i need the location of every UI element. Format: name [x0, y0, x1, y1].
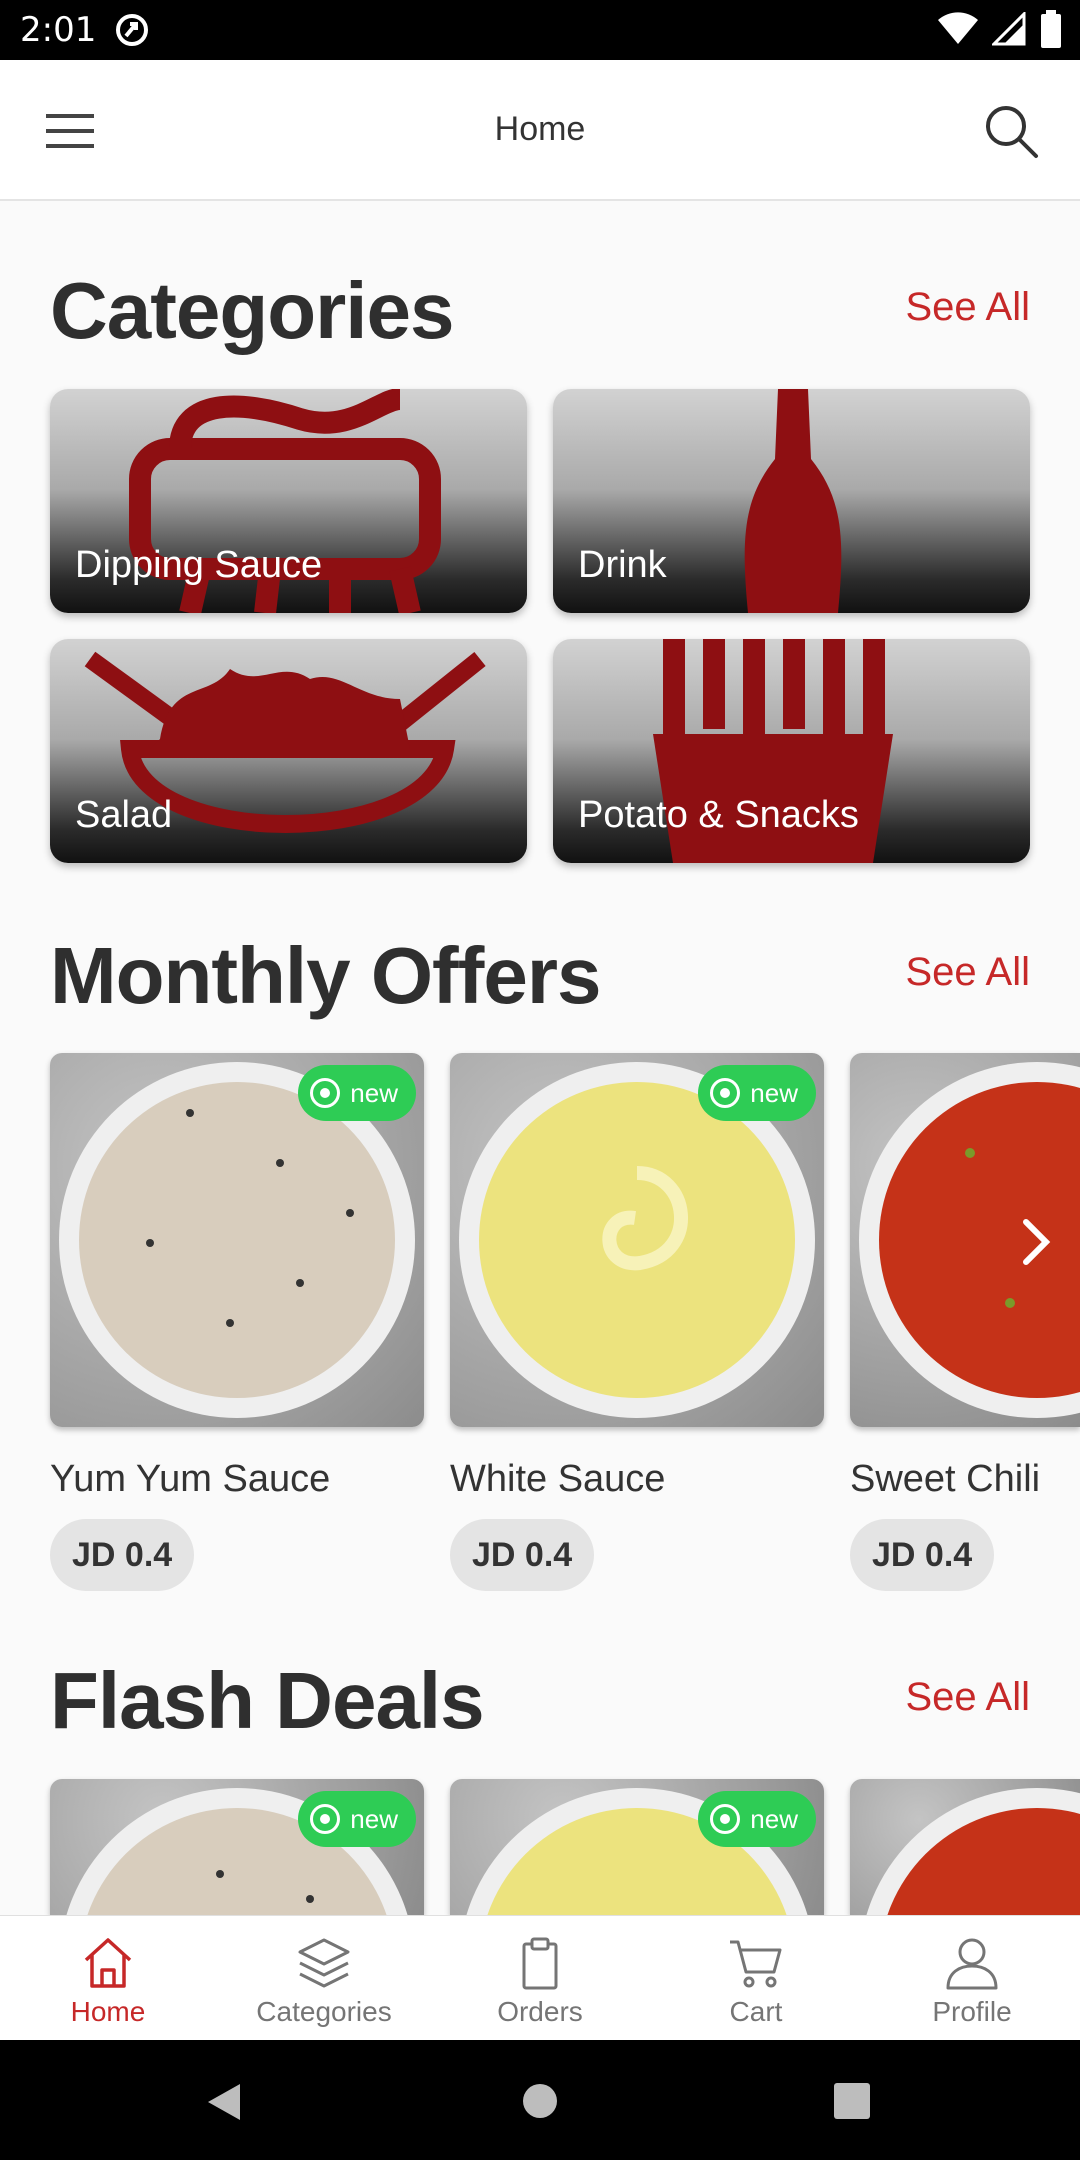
battery-icon — [1041, 10, 1061, 48]
nav-item-categories[interactable]: Categories — [216, 1916, 432, 2041]
product-name: White Sauce — [450, 1458, 666, 1500]
category-card-dipping-sauce[interactable]: Dipping Sauce — [50, 389, 527, 613]
app-notification-icon — [116, 14, 148, 46]
home-circle-icon[interactable] — [521, 2082, 559, 2120]
nav-label: Cart — [729, 1996, 783, 2027]
new-badge: new — [698, 1791, 816, 1847]
radio-dot-icon — [710, 1078, 741, 1108]
person-icon — [946, 1938, 998, 1990]
nav-item-profile[interactable]: Profile — [864, 1916, 1080, 2041]
system-navigation-bar — [0, 2040, 1080, 2160]
nav-label: Orders — [497, 1996, 583, 2027]
nav-item-home[interactable]: Home — [0, 1916, 216, 2041]
category-card-potato-snacks[interactable]: Potato & Snacks — [553, 639, 1030, 863]
product-image-white-sauce[interactable]: new — [450, 1053, 824, 1427]
flash-deal-image[interactable] — [850, 1779, 1080, 1915]
flash-deals-title: Flash Deals — [50, 1656, 485, 1745]
back-icon[interactable] — [204, 2082, 244, 2122]
product-name: Yum Yum Sauce — [50, 1458, 331, 1500]
sauce-bowl-icon — [866, 1788, 1080, 1915]
category-label: Salad — [75, 794, 173, 836]
layers-icon — [298, 1938, 350, 1988]
status-bar: 2:01 — [0, 0, 1080, 60]
badge-label: new — [350, 1077, 398, 1108]
badge-label: new — [750, 1077, 798, 1108]
recents-icon[interactable] — [834, 2083, 870, 2119]
category-card-salad[interactable]: Salad — [50, 639, 527, 863]
nav-label: Categories — [256, 1996, 392, 2027]
product-name: Sweet Chili — [850, 1458, 1041, 1500]
category-label: Drink — [578, 544, 667, 586]
app-bar: Home — [0, 60, 1080, 201]
nav-label: Profile — [932, 1996, 1012, 2027]
flash-deals-see-all-link[interactable]: See All — [905, 1675, 1030, 1720]
status-time: 2:01 — [20, 10, 97, 50]
page-title: Home — [494, 110, 586, 148]
new-badge: new — [298, 1791, 416, 1847]
nav-label: Home — [70, 1996, 146, 2027]
bottom-navigation: Home Categories Orders Cart Profile — [0, 1915, 1080, 2040]
new-badge: new — [298, 1065, 416, 1121]
new-badge: new — [698, 1065, 816, 1121]
categories-title: Categories — [50, 266, 454, 355]
monthly-offers-see-all-link[interactable]: See All — [905, 950, 1030, 995]
monthly-offers-title: Monthly Offers — [50, 931, 601, 1020]
price-badge: JD 0.4 — [50, 1519, 195, 1591]
nav-item-orders[interactable]: Orders — [432, 1916, 648, 2041]
badge-label: new — [750, 1803, 798, 1834]
search-icon[interactable] — [982, 102, 1042, 162]
radio-dot-icon — [710, 1804, 741, 1834]
radio-dot-icon — [310, 1804, 341, 1834]
clipboard-icon — [522, 1937, 558, 1990]
category-label: Dipping Sauce — [75, 544, 323, 586]
category-card-drink[interactable]: Drink — [553, 389, 1030, 613]
home-icon — [84, 1938, 132, 1988]
cart-icon — [730, 1940, 782, 1988]
badge-label: new — [350, 1803, 398, 1834]
flash-deal-image[interactable]: new — [50, 1779, 424, 1915]
nav-item-cart[interactable]: Cart — [648, 1916, 864, 2041]
signal-icon — [992, 12, 1026, 46]
price-badge: JD 0.4 — [850, 1519, 995, 1591]
flash-deal-image[interactable]: new — [450, 1779, 824, 1915]
category-label: Potato & Snacks — [578, 794, 859, 836]
price-badge: JD 0.4 — [450, 1519, 595, 1591]
categories-see-all-link[interactable]: See All — [905, 285, 1030, 330]
product-image-yum-yum-sauce[interactable]: new — [50, 1053, 424, 1427]
chevron-right-icon[interactable] — [1012, 1212, 1062, 1272]
radio-dot-icon — [310, 1078, 341, 1108]
wifi-icon — [938, 12, 978, 44]
